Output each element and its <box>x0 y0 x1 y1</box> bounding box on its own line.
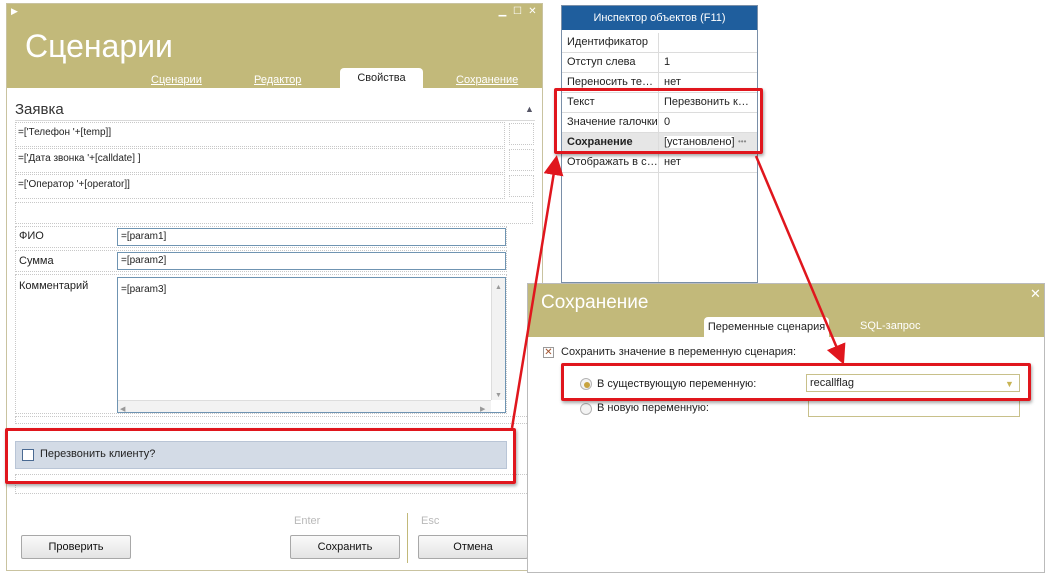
callout-arrows <box>510 155 846 429</box>
arrow-inspector-to-dialog <box>754 155 846 365</box>
arrow-checkbox-to-inspector <box>510 155 564 429</box>
